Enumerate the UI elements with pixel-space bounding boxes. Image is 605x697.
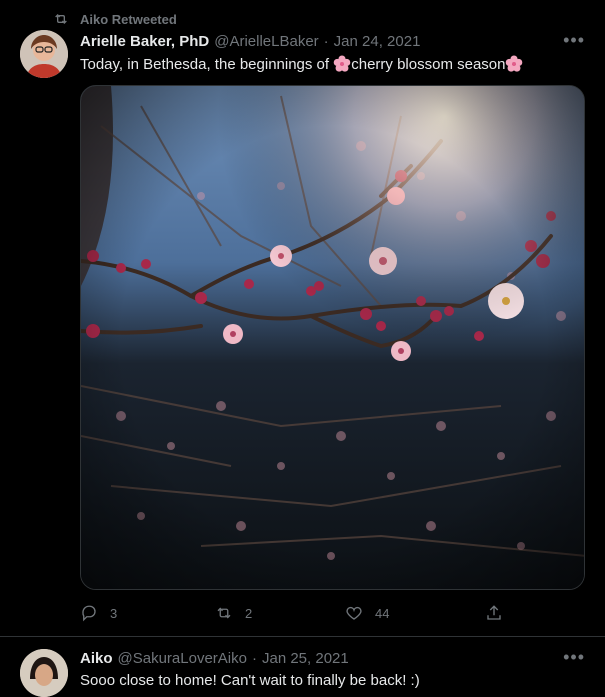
author-handle[interactable]: @SakuraLoverAiko bbox=[118, 650, 247, 667]
more-icon[interactable]: ••• bbox=[563, 647, 585, 668]
tweet-photo[interactable] bbox=[80, 85, 585, 590]
author-name[interactable]: Arielle Baker, PhD bbox=[80, 33, 209, 50]
heart-icon bbox=[346, 606, 362, 620]
reply-button[interactable]: 3 bbox=[80, 604, 117, 622]
share-icon bbox=[487, 605, 501, 620]
retweet-icon bbox=[55, 14, 67, 24]
tweet[interactable]: Aiko Retweeted Arielle Baker, PhD @Ariel… bbox=[0, 0, 605, 637]
separator: · bbox=[251, 650, 257, 667]
retweet-icon bbox=[217, 607, 231, 619]
tweet-date[interactable]: Jan 24, 2021 bbox=[334, 33, 421, 50]
avatar[interactable] bbox=[20, 30, 68, 78]
avatar[interactable] bbox=[20, 649, 68, 697]
share-button[interactable] bbox=[485, 604, 515, 622]
tweet[interactable]: Aiko @SakuraLoverAiko · Jan 25, 2021 •••… bbox=[0, 637, 605, 697]
author-handle[interactable]: @ArielleLBaker bbox=[214, 33, 318, 50]
tweet-text-start: Today, in Bethesda, the beginnings of bbox=[80, 55, 334, 73]
like-count: 44 bbox=[375, 605, 390, 621]
cherry-blossom-icon bbox=[333, 55, 351, 72]
tweet-text: Today, in Bethesda, the beginnings of ch… bbox=[80, 55, 523, 73]
retweet-button[interactable]: 2 bbox=[215, 604, 252, 622]
reply-icon bbox=[82, 605, 96, 622]
tweet-text-middle: cherry blossom season bbox=[351, 55, 506, 73]
more-icon[interactable]: ••• bbox=[563, 30, 585, 51]
separator: · bbox=[323, 33, 329, 50]
tweet-date[interactable]: Jan 25, 2021 bbox=[262, 650, 349, 667]
author-name[interactable]: Aiko bbox=[80, 650, 113, 667]
retweet-count: 2 bbox=[245, 605, 253, 621]
retweet-banner: Aiko Retweeted bbox=[53, 10, 177, 28]
timeline: Aiko Retweeted Arielle Baker, PhD @Ariel… bbox=[0, 0, 605, 697]
reply-count: 3 bbox=[110, 605, 118, 621]
tweet-header: Aiko @SakuraLoverAiko · Jan 25, 2021 bbox=[80, 650, 349, 667]
retweet-banner-text: Aiko Retweeted bbox=[80, 11, 177, 27]
cherry-blossom-icon bbox=[506, 55, 523, 72]
tweet-header: Arielle Baker, PhD @ArielleLBaker · Jan … bbox=[80, 33, 420, 50]
like-button[interactable]: 44 bbox=[345, 604, 389, 622]
tweet-actions: 3 2 44 bbox=[80, 604, 510, 624]
